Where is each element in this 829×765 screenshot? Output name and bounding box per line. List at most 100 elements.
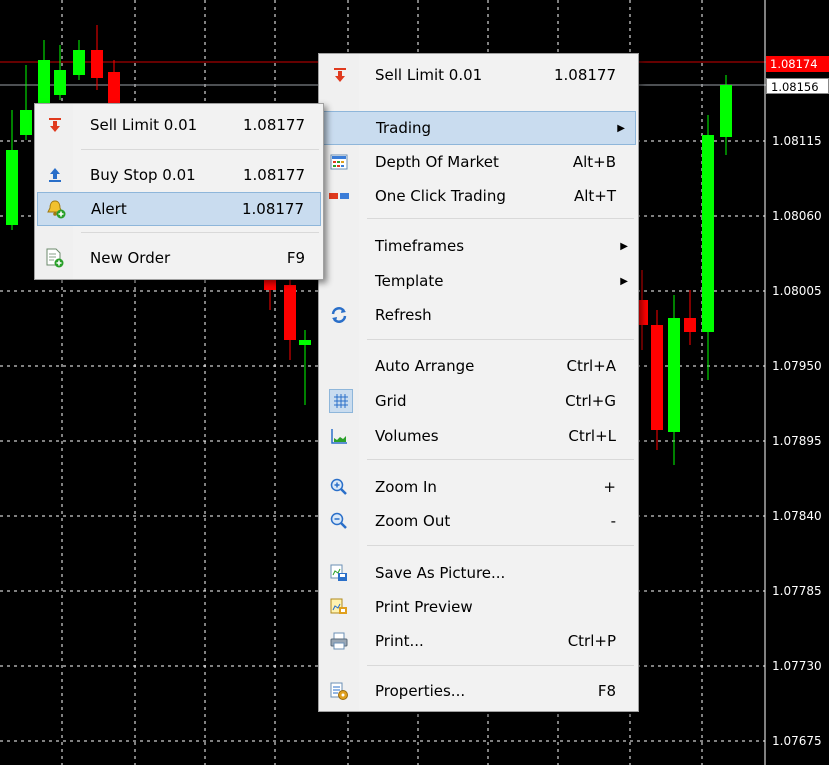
- chart-context-menu: Sell Limit 0.01 1.08177 Trading ▶ Depth …: [318, 53, 639, 712]
- candle-bull: [720, 85, 732, 137]
- menu-separator: [367, 339, 634, 340]
- save-picture-icon: [328, 562, 350, 584]
- menu-item-price: 1.08177: [242, 116, 305, 134]
- zoom-out-icon: [328, 510, 350, 532]
- menu-item-label: Sell Limit 0.01: [90, 116, 198, 134]
- menu-item-label: Save As Picture...: [375, 564, 506, 582]
- price-level-label: 1.07895: [772, 434, 822, 448]
- candle-bear: [651, 325, 663, 430]
- submenu-arrow-icon: ▶: [620, 240, 628, 252]
- menu-separator: [367, 218, 634, 219]
- menu-item-one-click-trading[interactable]: One Click Trading Alt+T: [319, 179, 638, 213]
- one-click-trading-icon: [328, 185, 350, 207]
- candle-bull: [73, 50, 85, 75]
- depth-of-market-icon: [328, 151, 350, 173]
- price-level-label: 1.07730: [772, 659, 822, 673]
- menu-item-sell-limit[interactable]: Sell Limit 0.01 1.08177: [319, 58, 638, 92]
- menu-item-depth-of-market[interactable]: Depth Of Market Alt+B: [319, 145, 638, 179]
- candle-bull: [6, 150, 18, 225]
- menu-item-shortcut: Alt+T: [573, 187, 616, 205]
- menu-item-shortcut: Ctrl+P: [567, 632, 616, 650]
- submenu-item-alert[interactable]: Alert 1.08177: [37, 192, 321, 226]
- sell-limit-icon: [329, 64, 351, 86]
- menu-item-label: Refresh: [375, 306, 432, 324]
- menu-separator: [81, 149, 319, 150]
- menu-item-shortcut: F8: [597, 682, 616, 700]
- menu-item-label: Depth Of Market: [375, 153, 499, 171]
- menu-item-label: Template: [375, 272, 444, 290]
- candle-bear: [284, 285, 296, 340]
- menu-item-label: One Click Trading: [375, 187, 506, 205]
- menu-item-label: Auto Arrange: [375, 357, 475, 375]
- menu-item-template[interactable]: Template ▶: [319, 264, 638, 298]
- menu-item-refresh[interactable]: Refresh: [319, 298, 638, 332]
- menu-item-label: Timeframes: [375, 237, 465, 255]
- menu-item-trading[interactable]: Trading ▶: [321, 111, 636, 145]
- grid-icon: [329, 389, 353, 413]
- menu-item-shortcut: Ctrl+L: [568, 427, 616, 445]
- menu-item-shortcut: F9: [286, 249, 305, 267]
- menu-item-zoom-in[interactable]: Zoom In +: [319, 470, 638, 504]
- zoom-in-icon: [328, 476, 350, 498]
- menu-item-label: Print...: [375, 632, 424, 650]
- candle-bear: [91, 50, 103, 78]
- trading-submenu: Sell Limit 0.01 1.08177 Buy Stop 0.01 1.…: [34, 103, 324, 280]
- menu-item-shortcut: +: [603, 478, 616, 496]
- volumes-icon: [328, 425, 350, 447]
- menu-item-shortcut: Ctrl+A: [566, 357, 616, 375]
- price-level-label: 1.07675: [772, 734, 822, 748]
- menu-item-label: Print Preview: [375, 598, 473, 616]
- menu-item-print-preview[interactable]: Print Preview: [319, 590, 638, 624]
- menu-separator: [367, 665, 634, 666]
- submenu-arrow-icon: ▶: [620, 275, 628, 287]
- price-level-label: 1.07785: [772, 584, 822, 598]
- price-level-label: 1.07840: [772, 509, 822, 523]
- menu-item-timeframes[interactable]: Timeframes ▶: [319, 229, 638, 263]
- buy-stop-icon: [44, 164, 66, 186]
- candle-bull: [20, 110, 32, 135]
- menu-item-grid[interactable]: Grid Ctrl+G: [319, 384, 638, 418]
- submenu-item-new-order[interactable]: New Order F9: [35, 241, 323, 275]
- menu-item-properties[interactable]: Properties... F8: [319, 674, 638, 708]
- menu-item-volumes[interactable]: Volumes Ctrl+L: [319, 419, 638, 453]
- price-level-label: 1.07950: [772, 359, 822, 373]
- menu-item-label: Buy Stop 0.01: [90, 166, 196, 184]
- submenu-arrow-icon: ▶: [617, 122, 625, 134]
- refresh-icon: [328, 304, 350, 326]
- candle-bull: [299, 340, 311, 345]
- menu-item-zoom-out[interactable]: Zoom Out -: [319, 504, 638, 538]
- print-icon: [328, 630, 350, 652]
- menu-item-label: Alert: [91, 200, 127, 218]
- candle-bear: [684, 318, 696, 332]
- candle-bull: [54, 70, 66, 95]
- menu-item-price: 1.08177: [241, 200, 304, 218]
- print-preview-icon: [328, 596, 350, 618]
- menu-item-label: Sell Limit 0.01: [375, 66, 483, 84]
- ask-price-tag: 1.08156: [766, 78, 829, 94]
- candle-bull: [668, 318, 680, 432]
- alert-bell-icon: [45, 198, 67, 220]
- menu-item-label: New Order: [90, 249, 171, 267]
- price-level-label: 1.08115: [772, 134, 822, 148]
- menu-item-label: Properties...: [375, 682, 466, 700]
- menu-item-auto-arrange[interactable]: Auto Arrange Ctrl+A: [319, 349, 638, 383]
- menu-item-price: 1.08177: [553, 66, 616, 84]
- menu-item-save-as-picture[interactable]: Save As Picture...: [319, 556, 638, 590]
- bid-price-tag: 1.08174: [766, 56, 829, 72]
- menu-item-shortcut: Alt+B: [572, 153, 616, 171]
- menu-item-price: 1.08177: [242, 166, 305, 184]
- menu-item-print[interactable]: Print... Ctrl+P: [319, 624, 638, 658]
- new-order-icon: [44, 247, 66, 269]
- menu-item-label: Zoom In: [375, 478, 437, 496]
- menu-separator: [81, 232, 319, 233]
- menu-item-label: Trading: [376, 119, 432, 137]
- price-level-label: 1.08060: [772, 209, 822, 223]
- submenu-item-buy-stop[interactable]: Buy Stop 0.01 1.08177: [35, 158, 323, 192]
- candle-bull: [702, 135, 714, 332]
- menu-item-label: Zoom Out: [375, 512, 451, 530]
- menu-separator: [367, 545, 634, 546]
- sell-limit-icon: [44, 114, 66, 136]
- submenu-item-sell-limit[interactable]: Sell Limit 0.01 1.08177: [35, 108, 323, 142]
- menu-item-shortcut: Ctrl+G: [565, 392, 616, 410]
- menu-item-label: Volumes: [375, 427, 439, 445]
